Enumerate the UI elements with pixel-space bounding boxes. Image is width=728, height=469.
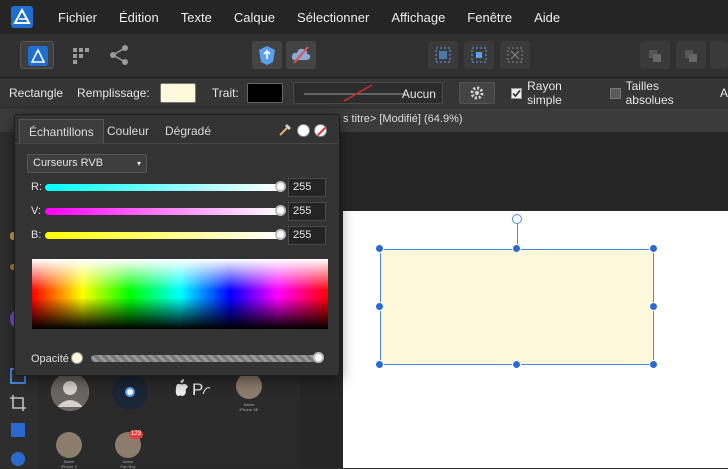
- menu-bar: Fichier Édition Texte Calque Sélectionne…: [0, 0, 728, 34]
- radio-toggle-asset[interactable]: [112, 374, 148, 410]
- distribute-button[interactable]: [464, 41, 494, 69]
- transform-origin-button[interactable]: [500, 41, 530, 69]
- menu-select[interactable]: Sélectionner: [286, 10, 380, 25]
- opacity-color-preview: [71, 352, 83, 364]
- slider-knob[interactable]: [275, 205, 286, 216]
- slider-knob[interactable]: [275, 181, 286, 192]
- channel-value-input[interactable]: 255: [288, 202, 326, 221]
- slider-label: B:: [31, 229, 42, 241]
- stroke-color-swatch[interactable]: [246, 83, 283, 103]
- svg-text:P: P: [192, 380, 203, 399]
- tab-color[interactable]: Couleur: [98, 119, 158, 143]
- resize-handle-bottom[interactable]: [512, 360, 521, 369]
- single-radius-checkbox[interactable]: [511, 87, 523, 99]
- avatar[interactable]: [56, 432, 82, 458]
- slider-label: V:: [31, 205, 41, 217]
- resize-handle-top[interactable]: [512, 244, 521, 253]
- cloud-disabled-button[interactable]: [286, 41, 316, 69]
- assets-panel: P Name iPhone SE Name iPhone X 123 Name …: [38, 360, 300, 469]
- chevron-down-icon: ▾: [136, 159, 141, 168]
- absolute-sizes-label: Tailles absolues: [625, 79, 674, 107]
- opacity-label: Opacité: [31, 353, 69, 365]
- stroke-label: Trait:: [211, 86, 239, 100]
- slider-knob[interactable]: [275, 229, 286, 240]
- color-channel-slider[interactable]: [45, 232, 281, 239]
- menu-view[interactable]: Affichage: [380, 10, 456, 25]
- ellipse-tool-icon[interactable]: [11, 452, 25, 466]
- resize-handle-top-right[interactable]: [649, 244, 658, 253]
- tab-gradient[interactable]: Dégradé: [156, 119, 220, 143]
- current-color-icon[interactable]: [297, 124, 310, 137]
- apple-pay-icon[interactable]: P: [170, 376, 218, 403]
- affinity-designer-logo-icon: [11, 6, 33, 28]
- resize-handle-bottom-right[interactable]: [649, 360, 658, 369]
- fill-label: Remplissage:: [77, 86, 150, 100]
- checkmark-icon: [512, 89, 521, 97]
- tab-swatches[interactable]: Échantillons: [19, 119, 104, 143]
- color-picker-icon[interactable]: [277, 122, 293, 141]
- color-mode-value: Curseurs RVB: [33, 157, 104, 169]
- stroke-settings-button[interactable]: [458, 82, 496, 104]
- slider-label: R:: [31, 181, 42, 193]
- menu-layer[interactable]: Calque: [223, 10, 286, 25]
- tool-name-label: Rectangle: [9, 86, 64, 100]
- stroke-style-select[interactable]: Aucun: [292, 82, 443, 104]
- document-tab-title[interactable]: s titre> [Modifié] (64.9%): [343, 113, 463, 125]
- menu-file[interactable]: Fichier: [47, 10, 108, 25]
- resize-handle-right[interactable]: [649, 302, 658, 311]
- radio-dot-icon: [125, 387, 135, 397]
- fill-color-swatch[interactable]: [159, 83, 196, 103]
- boolean-op-button[interactable]: [640, 41, 670, 69]
- pixel-persona-button[interactable]: [68, 41, 94, 69]
- notification-badge: 123: [129, 430, 144, 439]
- opacity-slider-knob[interactable]: [313, 352, 324, 363]
- color-channel-slider[interactable]: [45, 184, 281, 191]
- avatar[interactable]: [51, 373, 89, 411]
- menu-edit[interactable]: Édition: [108, 10, 170, 25]
- boolean-subtract-button[interactable]: [676, 41, 706, 69]
- stroke-style-value: Aucun: [401, 87, 436, 101]
- selected-rectangle-shape[interactable]: [380, 249, 654, 365]
- menu-text[interactable]: Texte: [170, 10, 223, 25]
- color-popover: Échantillons Couleur Dégradé Curseurs RV…: [14, 114, 340, 376]
- truncated-context-label: A: [719, 86, 728, 100]
- align-selection-button[interactable]: [428, 41, 458, 69]
- rotation-handle[interactable]: [512, 214, 522, 224]
- asset-caption: Name iPhone SE: [239, 402, 259, 412]
- single-radius-label: Rayon simple: [527, 79, 562, 107]
- tab-divider: [15, 143, 339, 144]
- export-persona-button[interactable]: [106, 41, 132, 69]
- gear-icon: [470, 86, 484, 100]
- resize-handle-top-left[interactable]: [375, 244, 384, 253]
- color-mode-select[interactable]: Curseurs RVB ▾: [27, 154, 147, 173]
- no-color-icon[interactable]: [314, 124, 327, 137]
- toolbar: [0, 34, 728, 78]
- absolute-sizes-checkbox[interactable]: [610, 87, 621, 99]
- boolean-intersect-button[interactable]: [710, 41, 728, 69]
- opacity-slider[interactable]: [91, 355, 319, 362]
- shape-tool-icon[interactable]: [11, 423, 25, 437]
- menu-help[interactable]: Aide: [523, 10, 571, 25]
- color-spectrum[interactable]: [32, 259, 328, 329]
- menu-window[interactable]: Fenêtre: [456, 10, 523, 25]
- resize-handle-left[interactable]: [375, 302, 384, 311]
- avatar[interactable]: [236, 373, 262, 399]
- resize-handle-bottom-left[interactable]: [375, 360, 384, 369]
- upload-shield-button[interactable]: [252, 41, 282, 69]
- context-toolbar: Rectangle Remplissage: Trait: Aucun Rayo…: [0, 79, 728, 107]
- channel-value-input[interactable]: 255: [288, 178, 326, 197]
- channel-value-input[interactable]: 255: [288, 226, 326, 245]
- crop-tool-icon[interactable]: [9, 394, 27, 415]
- color-channel-slider[interactable]: [45, 208, 281, 215]
- designer-persona-button[interactable]: [20, 41, 54, 69]
